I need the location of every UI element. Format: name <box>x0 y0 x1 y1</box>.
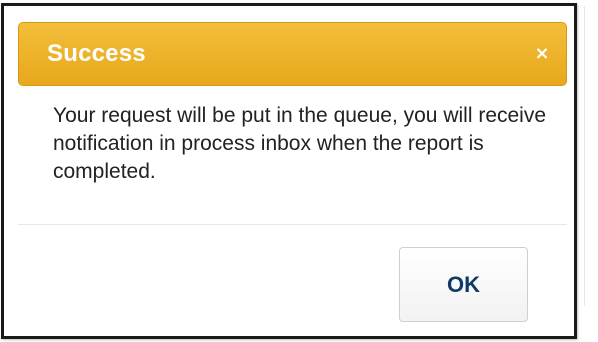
dialog-header: Success × <box>18 22 567 86</box>
page: Success × Your request will be put in th… <box>0 0 598 342</box>
background-edge <box>580 0 598 342</box>
dialog-title: Success <box>47 40 146 67</box>
dialog-message: Your request will be put in the queue, y… <box>53 104 547 183</box>
ok-button[interactable]: OK <box>399 247 528 322</box>
dialog-divider <box>18 224 567 225</box>
close-icon[interactable]: × <box>530 41 554 67</box>
background-divider <box>584 6 585 306</box>
success-dialog: Success × Your request will be put in th… <box>1 3 577 339</box>
